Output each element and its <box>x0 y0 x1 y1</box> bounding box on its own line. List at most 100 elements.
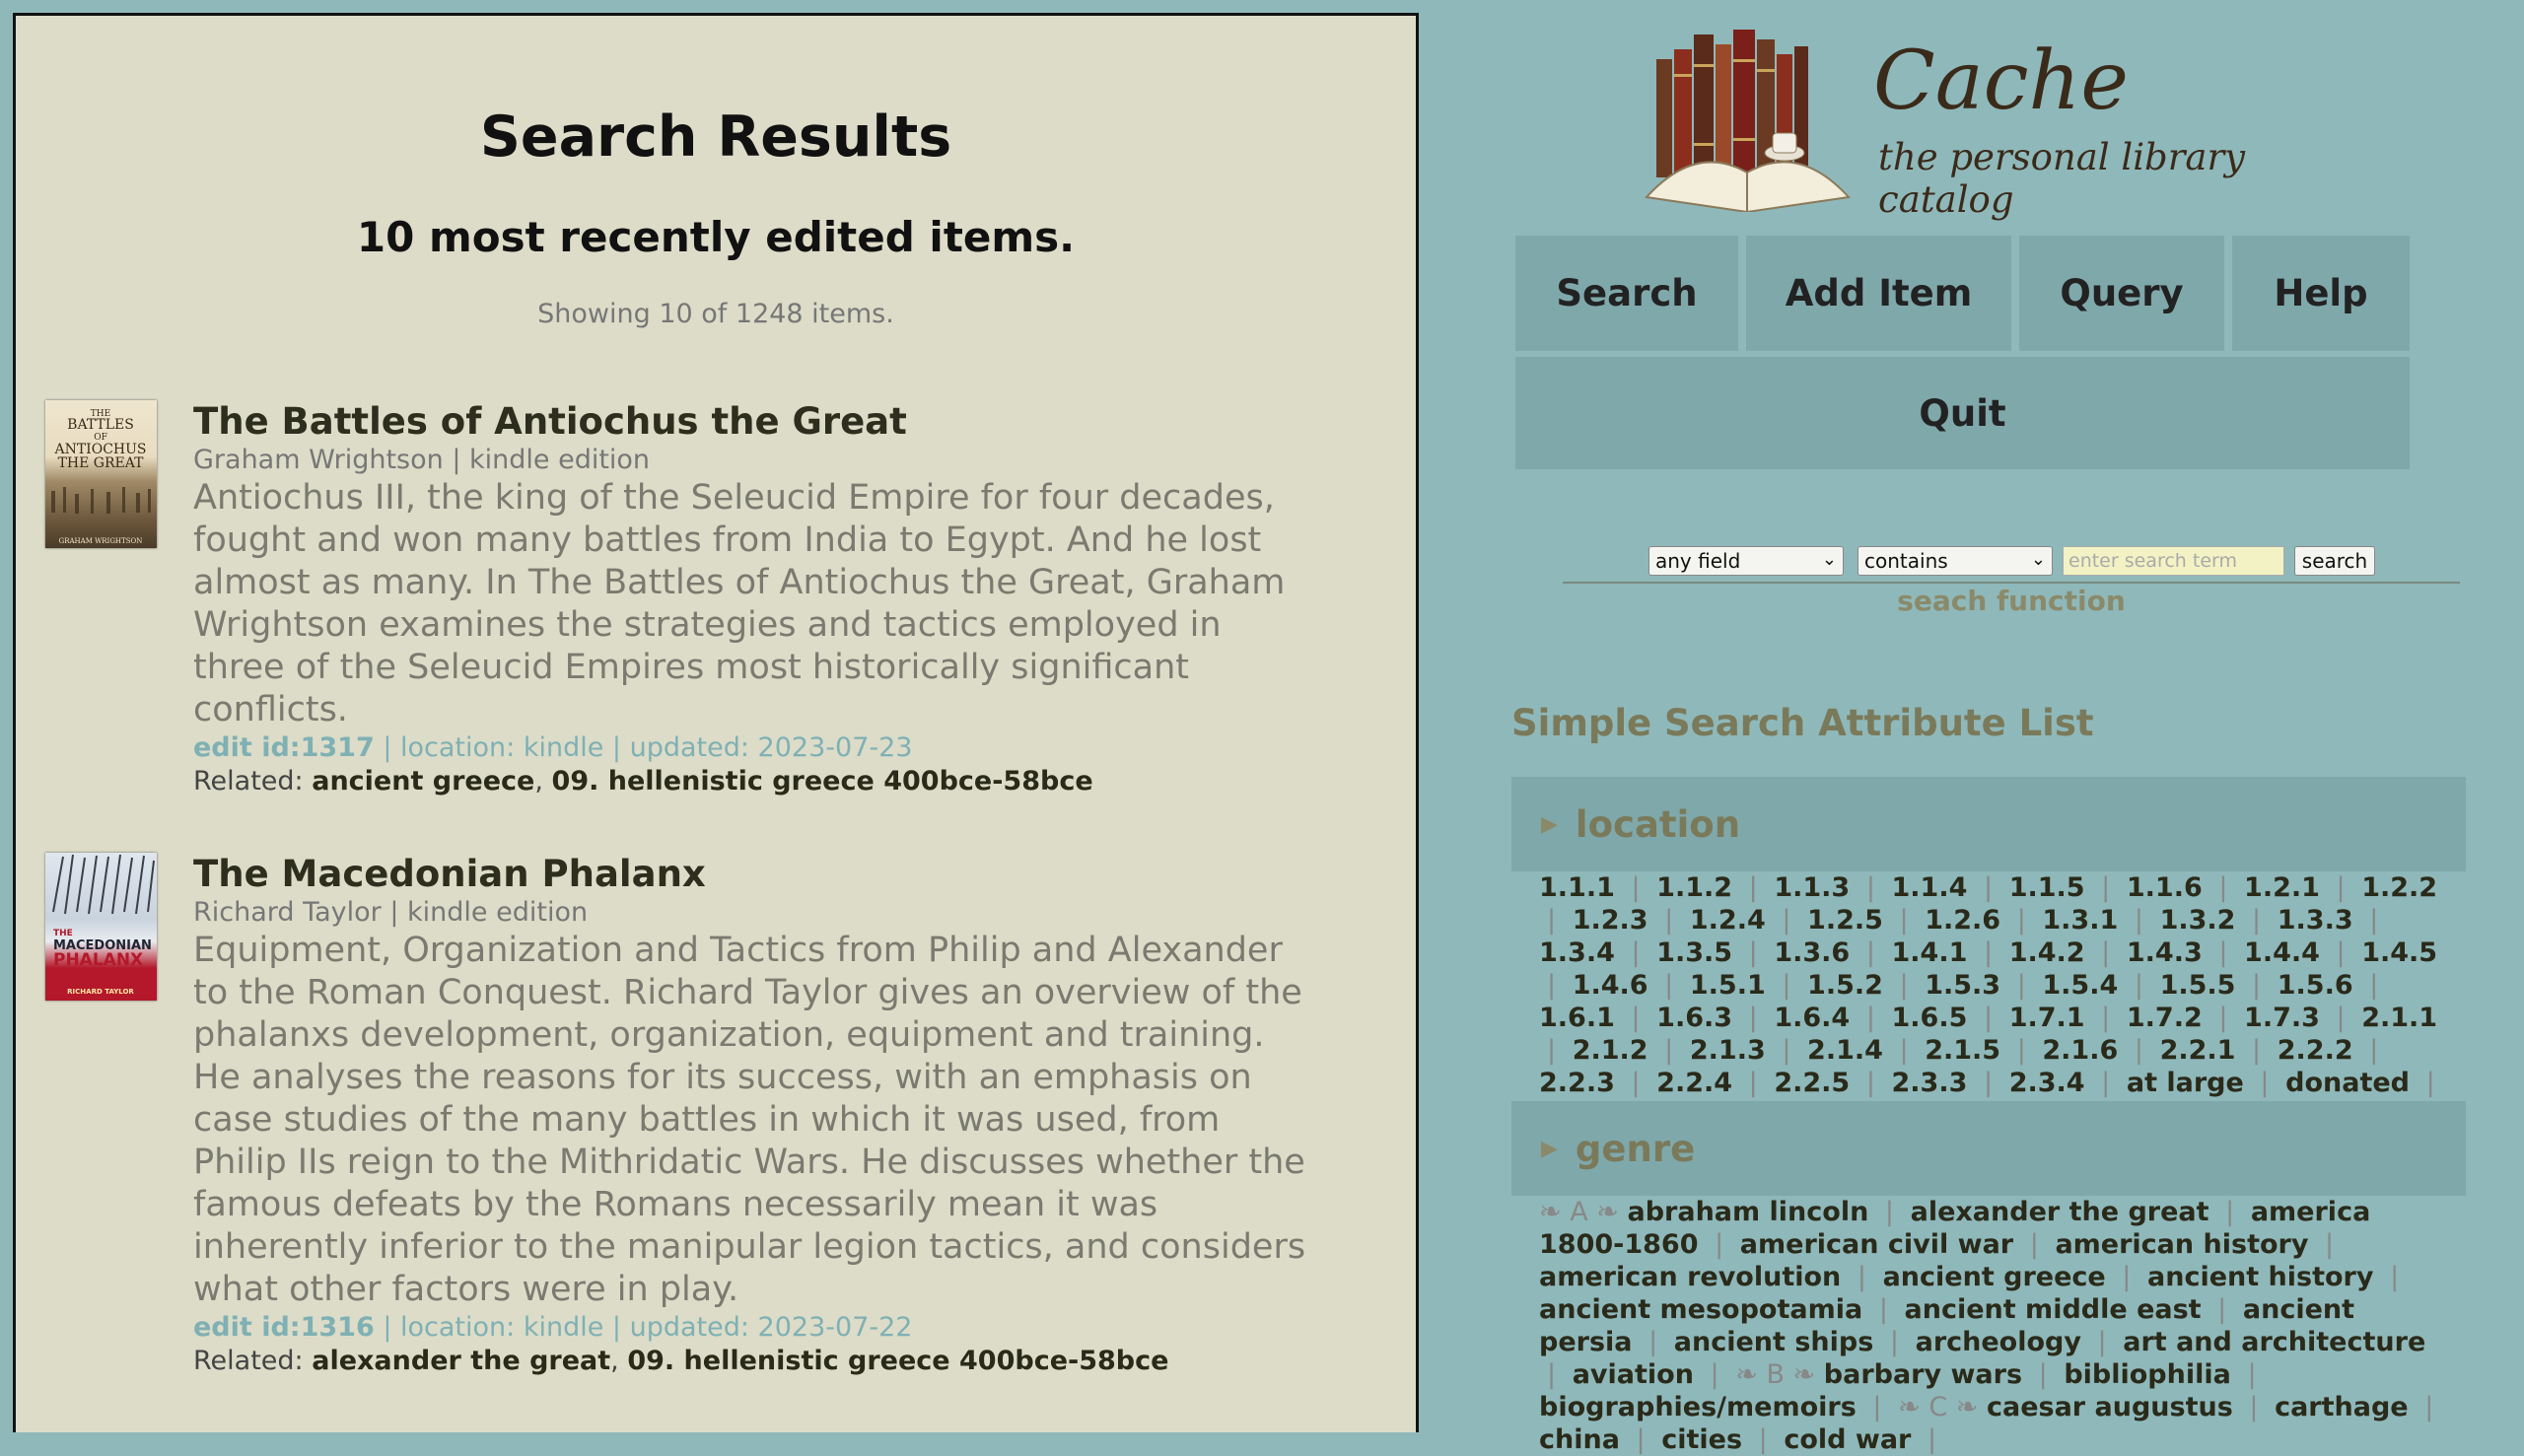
related-tag[interactable]: ancient greece <box>312 766 534 797</box>
attribute-tag[interactable]: 1.3.2 <box>2160 905 2236 936</box>
attribute-tag[interactable]: ancient mesopotamia <box>1539 1294 1862 1325</box>
attribute-tag[interactable]: 1.4.3 <box>2127 937 2203 968</box>
attribute-tag[interactable]: 1.3.4 <box>1539 937 1615 968</box>
attribute-tag[interactable]: 1.5.3 <box>1925 970 2000 1001</box>
attribute-tag[interactable]: 1.7.2 <box>2127 1003 2203 1033</box>
attribute-tag[interactable]: 1.3.5 <box>1656 937 1732 968</box>
attribute-tag[interactable]: american civil war <box>1740 1229 2013 1260</box>
site-logo[interactable]: Cache the personal library catalog <box>1637 20 2327 221</box>
attribute-tag[interactable]: 2.2.4 <box>1656 1068 1732 1098</box>
attribute-tag[interactable]: cities <box>1661 1424 1742 1455</box>
attribute-tag[interactable]: ancient ships <box>1674 1327 1874 1357</box>
attribute-tag[interactable]: 1.7.1 <box>2009 1003 2085 1033</box>
attribute-tag[interactable]: ancient greece <box>1883 1262 2106 1292</box>
tag-separator: | <box>2134 905 2143 936</box>
attribute-tag[interactable]: 1.1.5 <box>2009 872 2085 903</box>
related-tag[interactable]: 09. hellenistic greece 400bce-58bce <box>627 1346 1168 1376</box>
attribute-tag[interactable]: abraham lincoln <box>1627 1197 1868 1227</box>
search-input[interactable] <box>2063 546 2284 576</box>
attribute-tag[interactable]: 2.2.5 <box>1774 1068 1850 1098</box>
attribute-tag[interactable]: 1.2.6 <box>1925 905 2000 936</box>
attribute-tag[interactable]: 1.5.4 <box>2042 970 2118 1001</box>
attribute-tag[interactable]: 1.1.4 <box>1892 872 1968 903</box>
attribute-tag[interactable]: 1.4.4 <box>2244 937 2320 968</box>
attribute-tag[interactable]: caesar augustus <box>1987 1392 2233 1422</box>
attribute-tag[interactable]: 2.1.6 <box>2042 1035 2118 1066</box>
related-tag[interactable]: 09. hellenistic greece 400bce-58bce <box>552 766 1093 797</box>
attribute-tag[interactable]: ancient middle east <box>1905 1294 2202 1325</box>
attribute-tag[interactable]: 1.1.1 <box>1539 872 1615 903</box>
field-select[interactable]: any field ⌄ <box>1648 546 1844 576</box>
attribute-tag[interactable]: 1.7.3 <box>2244 1003 2320 1033</box>
attribute-tag[interactable]: donated <box>2285 1068 2410 1098</box>
book-cover[interactable]: THE MACEDONIAN PHALANX RICHARD TAYLOR <box>45 853 157 1001</box>
alpha-group-marker: ❧ C ❧ <box>1898 1392 1979 1422</box>
attribute-tag[interactable]: 1.4.6 <box>1573 970 1648 1001</box>
attribute-tag[interactable]: 1.4.1 <box>1892 937 1968 968</box>
attribute-tag[interactable]: 2.1.1 <box>2361 1003 2437 1033</box>
operator-select[interactable]: contains ⌄ <box>1858 546 2053 576</box>
attribute-tag[interactable]: 2.1.5 <box>1925 1035 2000 1066</box>
related-tag[interactable]: alexander the great <box>312 1346 610 1376</box>
attribute-tag[interactable]: art and architecture <box>2123 1327 2425 1357</box>
attribute-tag[interactable]: 2.2.3 <box>1539 1068 1615 1098</box>
svg-text:BATTLES: BATTLES <box>67 417 134 433</box>
tag-separator: | <box>2016 970 2026 1001</box>
edit-link[interactable]: edit id:1316 <box>193 1312 375 1343</box>
attribute-tag[interactable]: 1.5.1 <box>1690 970 1766 1001</box>
attribute-tag[interactable]: 1.3.6 <box>1774 937 1850 968</box>
attribute-tag[interactable]: 2.2.2 <box>2278 1035 2353 1066</box>
attribute-tag[interactable]: 1.4.2 <box>2009 937 2085 968</box>
attribute-tag[interactable]: 1.1.2 <box>1656 872 1732 903</box>
attribute-tag[interactable]: 2.3.3 <box>1892 1068 1968 1098</box>
attribute-tag[interactable]: cold war <box>1784 1424 1911 1455</box>
attribute-tag[interactable]: biographies/memoirs <box>1539 1392 1857 1422</box>
attribute-tag[interactable]: 1.1.6 <box>2127 872 2203 903</box>
attribute-tag[interactable]: 1.2.4 <box>1690 905 1766 936</box>
attribute-tag[interactable]: 1.2.2 <box>2361 872 2437 903</box>
attribute-tag[interactable]: 1.1.3 <box>1774 872 1850 903</box>
nav-query-button[interactable]: Query <box>2019 236 2224 351</box>
section-toggle-genre[interactable]: ▶ genre <box>1511 1101 2466 1196</box>
attribute-tag[interactable]: alexander the great <box>1911 1197 2209 1227</box>
attribute-tag[interactable]: 1.2.1 <box>2244 872 2320 903</box>
attribute-tag[interactable]: 1.2.3 <box>1573 905 1648 936</box>
attribute-tag[interactable]: 2.2.1 <box>2160 1035 2236 1066</box>
attribute-tag[interactable]: archeology <box>1916 1327 2081 1357</box>
nav-add-item-button[interactable]: Add Item <box>1746 236 2011 351</box>
item-title[interactable]: The Macedonian Phalanx <box>193 853 1307 896</box>
nav-help-button[interactable]: Help <box>2232 236 2410 351</box>
tag-separator: | <box>2369 905 2379 936</box>
attribute-tag[interactable]: 1.5.6 <box>2278 970 2353 1001</box>
attribute-tag[interactable]: 1.6.5 <box>1892 1003 1968 1033</box>
attribute-tag[interactable]: 1.2.5 <box>1807 905 1883 936</box>
attribute-tag[interactable]: 1.5.2 <box>1807 970 1883 1001</box>
attribute-tag[interactable]: carthage <box>2275 1392 2409 1422</box>
attribute-tag[interactable]: 2.3.4 <box>2009 1068 2085 1098</box>
attribute-tag[interactable]: aviation <box>1573 1359 1694 1390</box>
attribute-tag[interactable]: barbary wars <box>1824 1359 2022 1390</box>
section-toggle-location[interactable]: ▶ location <box>1511 777 2466 871</box>
search-submit-button[interactable]: search <box>2294 546 2375 576</box>
attribute-tag[interactable]: at large <box>2127 1068 2244 1098</box>
attribute-tag[interactable]: 1.5.5 <box>2160 970 2236 1001</box>
attribute-tag[interactable]: ancient history <box>2147 1262 2373 1292</box>
nav-quit-button[interactable]: Quit <box>1515 357 2410 469</box>
nav-search-button[interactable]: Search <box>1515 236 1738 351</box>
book-cover[interactable]: THE BATTLES OF ANTIOCHUS THE GREAT GRAHA… <box>45 400 157 548</box>
item-title[interactable]: The Battles of Antiochus the Great <box>193 400 1307 444</box>
attribute-tag[interactable]: 2.1.4 <box>1807 1035 1883 1066</box>
attribute-tag[interactable]: 2.1.3 <box>1690 1035 1766 1066</box>
attribute-tag[interactable]: 2.1.2 <box>1573 1035 1648 1066</box>
attribute-tag[interactable]: american history <box>2055 1229 2308 1260</box>
attribute-tag[interactable]: 1.3.3 <box>2278 905 2353 936</box>
edit-link[interactable]: edit id:1317 <box>193 732 375 763</box>
attribute-tag[interactable]: china <box>1539 1424 1620 1455</box>
attribute-tag[interactable]: bibliophilia <box>2064 1359 2231 1390</box>
attribute-tag[interactable]: american revolution <box>1539 1262 1841 1292</box>
attribute-tag[interactable]: 1.4.5 <box>2361 937 2437 968</box>
attribute-tag[interactable]: 1.3.1 <box>2042 905 2118 936</box>
attribute-tag[interactable]: 1.6.1 <box>1539 1003 1615 1033</box>
attribute-tag[interactable]: 1.6.3 <box>1656 1003 1732 1033</box>
attribute-tag[interactable]: 1.6.4 <box>1774 1003 1850 1033</box>
